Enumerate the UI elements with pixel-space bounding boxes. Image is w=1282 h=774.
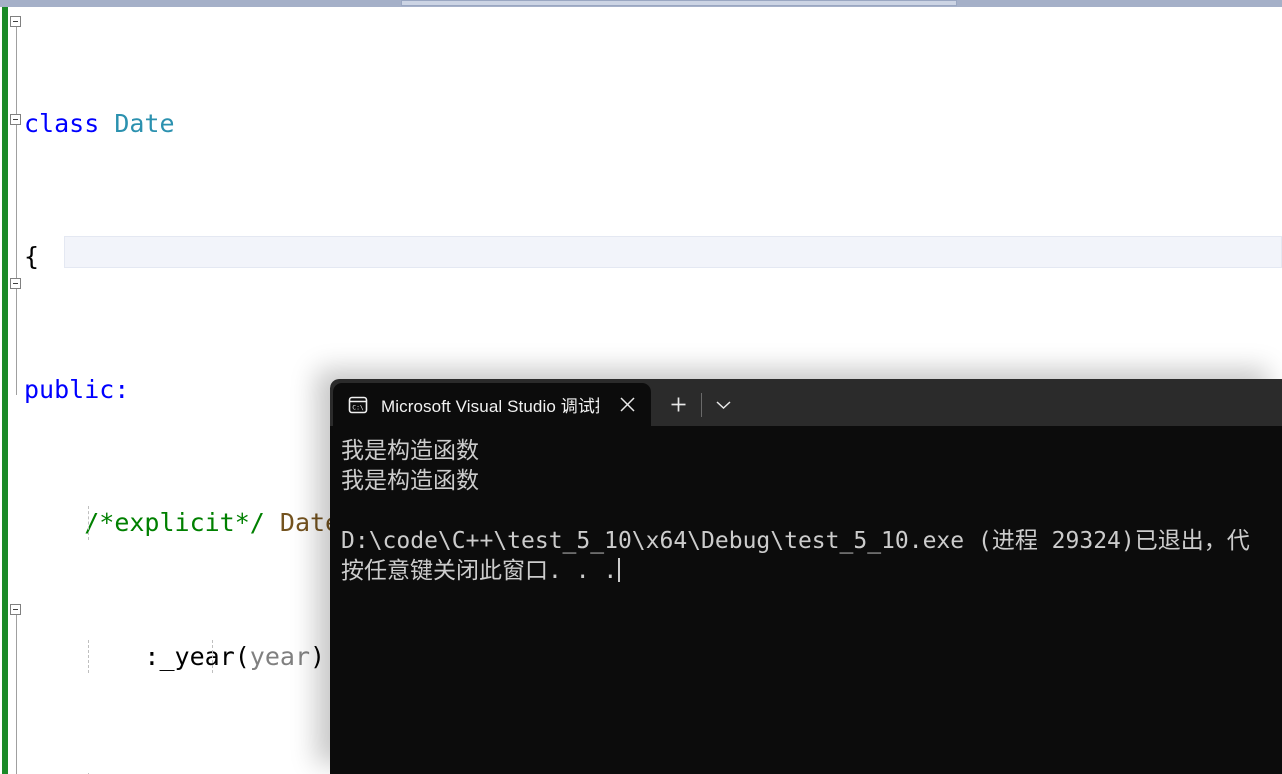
keyword-class: class: [24, 108, 100, 138]
console-tab-title: Microsoft Visual Studio 调试控: [381, 392, 599, 417]
init-arg-year: year: [249, 641, 311, 671]
saved-changes-indicator-bar: [2, 7, 8, 774]
toolbar-separator: [700, 393, 702, 417]
collapse-box-constructor[interactable]: [10, 114, 21, 125]
debug-console-window[interactable]: C:\ Microsoft Visual Studio 调试控 我是: [330, 379, 1282, 774]
console-tab[interactable]: C:\ Microsoft Visual Studio 调试控: [333, 383, 651, 426]
console-output-line-prompt: 按任意键关闭此窗口. . .: [341, 556, 1282, 586]
member-init-list: :: [144, 641, 160, 671]
comment-explicit: /*explicit*/: [84, 508, 265, 538]
console-tab-title-prefix: Microsoft Visual Studio: [381, 397, 561, 416]
indent-guide: [88, 506, 89, 540]
chevron-down-icon[interactable]: [704, 383, 744, 426]
text-cursor: [618, 558, 621, 582]
close-icon[interactable]: [611, 388, 645, 422]
chevron-down-glyph: [716, 400, 731, 409]
code-line[interactable]: class Date: [0, 107, 1282, 140]
console-titlebar[interactable]: C:\ Microsoft Visual Studio 调试控: [330, 379, 1282, 426]
console-output[interactable]: 我是构造函数 我是构造函数 D:\code\C++\test_5_10\x64\…: [330, 426, 1282, 774]
console-output-line: 我是构造函数: [341, 468, 479, 494]
svg-text:C:\: C:\: [352, 403, 364, 411]
indent-guide: [212, 639, 213, 673]
horizontal-scrollbar[interactable]: [0, 0, 1282, 7]
horizontal-scrollbar-thumb[interactable]: [401, 0, 957, 6]
console-output-line: 我是构造函数: [341, 438, 479, 464]
indent-guide: [88, 639, 89, 673]
keyword-public: public:: [24, 375, 130, 405]
console-output-blank-line: [341, 496, 1282, 526]
close-glyph: [620, 397, 635, 412]
console-tab-title-suffix: 调试控: [560, 397, 599, 416]
collapse-box-main[interactable]: [10, 604, 21, 615]
new-tab-icon[interactable]: [659, 383, 699, 426]
outlining-margin[interactable]: [8, 7, 26, 774]
outline-guide-main: [16, 609, 17, 774]
console-cmd-icon: C:\: [348, 396, 368, 413]
brace-open: {: [24, 242, 40, 272]
collapse-box-copy-constructor[interactable]: [10, 278, 21, 289]
console-output-line-process-exit: D:\code\C++\test_5_10\x64\Debug\test_5_1…: [341, 528, 1250, 554]
code-line[interactable]: {: [0, 240, 1282, 273]
plus-glyph: [671, 397, 686, 412]
type-date: Date: [114, 108, 175, 138]
collapse-box-class-date[interactable]: [10, 16, 21, 27]
outline-guide-class: [16, 21, 17, 395]
console-prompt-text: 按任意键关闭此窗口. . .: [341, 558, 618, 584]
